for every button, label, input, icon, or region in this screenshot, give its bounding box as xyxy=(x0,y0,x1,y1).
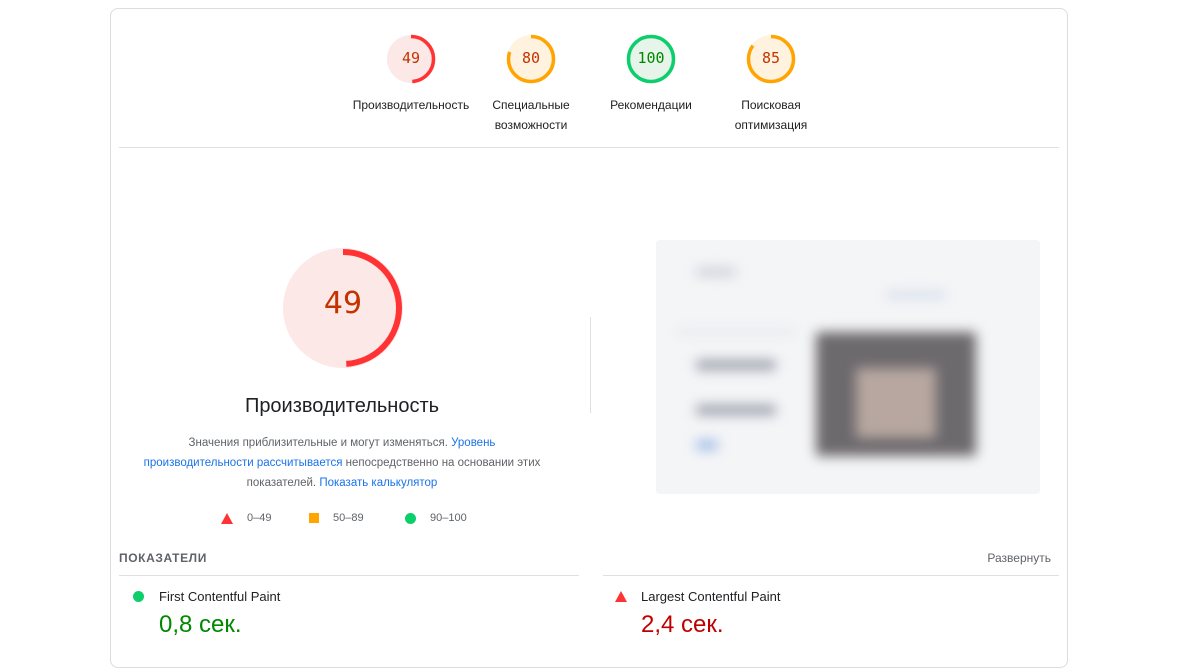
gauge-seo[interactable]: 85 Поисковая оптимизация xyxy=(711,33,831,135)
score-legend: 0–49 50–89 90–100 xyxy=(111,512,573,528)
thumb-block xyxy=(696,405,776,415)
gauge-performance-label: Производительность xyxy=(352,98,470,112)
performance-description: Значения приблизительные и могут изменят… xyxy=(141,433,543,493)
legend-average: 50–89 xyxy=(309,512,364,524)
legend-fail: 0–49 xyxy=(221,512,271,524)
gauge-seo-score: 85 xyxy=(761,49,781,67)
pass-circle-icon xyxy=(133,591,144,602)
page-screenshot-thumbnail[interactable] xyxy=(656,240,1040,494)
gauge-accessibility[interactable]: 80 Специальные возможности xyxy=(471,33,591,135)
thumb-block xyxy=(696,360,776,370)
header-divider xyxy=(119,147,1059,148)
thumb-block xyxy=(676,330,796,334)
metrics-divider-right xyxy=(603,575,1059,576)
vertical-divider xyxy=(590,317,591,413)
performance-big-gauge: 49 xyxy=(281,246,405,370)
thumb-block xyxy=(696,440,718,450)
gauge-performance-score: 49 xyxy=(401,49,421,67)
gauge-seo-label: Поисковая оптимизация xyxy=(734,98,808,132)
metric-lcp-label: Largest Contentful Paint xyxy=(641,589,781,604)
legend-average-range: 50–89 xyxy=(333,512,364,524)
gauge-best-practices-score: 100 xyxy=(637,49,665,67)
report-card: 49 Производительность 80 Специальные воз… xyxy=(110,8,1068,668)
gauge-best-practices[interactable]: 100 Рекомендации xyxy=(591,33,711,115)
gauge-accessibility-score: 80 xyxy=(521,49,541,67)
thumb-image xyxy=(856,368,936,438)
metric-fcp-value: 0,8 сек. xyxy=(159,611,242,638)
pass-circle-icon xyxy=(405,512,416,524)
performance-big-score: 49 xyxy=(323,286,363,321)
metrics-heading: ПОКАЗАТЕЛИ xyxy=(119,551,207,565)
legend-fail-range: 0–49 xyxy=(247,512,272,524)
average-square-icon xyxy=(309,513,319,523)
thumb-block xyxy=(696,268,736,276)
metrics-divider-left xyxy=(119,575,579,576)
legend-pass-range: 90–100 xyxy=(430,512,467,524)
show-calculator-link[interactable]: Показать калькулятор xyxy=(319,477,437,489)
legend-pass: 90–100 xyxy=(405,512,467,524)
expand-metrics-button[interactable]: Развернуть xyxy=(987,551,1051,565)
metric-fcp-label: First Contentful Paint xyxy=(159,589,281,604)
gauge-accessibility-label: Специальные возможности xyxy=(492,98,570,132)
category-gauges: 49 Производительность 80 Специальные воз… xyxy=(111,9,1067,149)
performance-title: Производительность xyxy=(244,395,440,417)
gauge-best-practices-label: Рекомендации xyxy=(610,98,692,112)
gauge-performance[interactable]: 49 Производительность xyxy=(351,33,471,115)
description-text-1: Значения приблизительные и могут изменят… xyxy=(188,437,452,449)
fail-triangle-icon xyxy=(615,591,627,602)
thumb-block xyxy=(886,292,946,298)
fail-triangle-icon xyxy=(221,512,233,524)
metric-lcp-value: 2,4 сек. xyxy=(641,611,724,638)
